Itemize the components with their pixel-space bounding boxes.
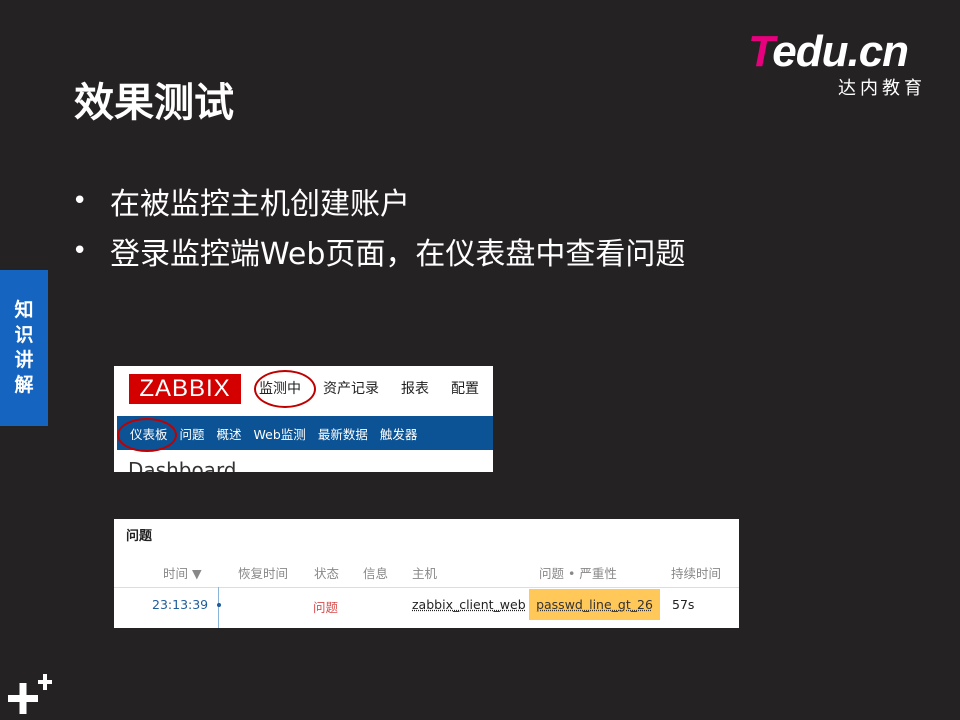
bullet-dot: • — [72, 186, 88, 216]
timeline-line — [218, 587, 219, 628]
page-heading: Dashboard — [128, 458, 237, 472]
divider — [114, 587, 739, 588]
col-header-info: 信息 — [363, 566, 389, 581]
cell-time[interactable]: 23:13:39 — [152, 597, 208, 612]
side-tab-char: 识 — [14, 324, 34, 346]
cell-duration: 57s — [672, 597, 695, 612]
cell-problem-severity[interactable]: passwd_line_gt_26 — [529, 589, 660, 620]
menu-inventory[interactable]: 资产记录 — [323, 378, 379, 398]
submenu-overview[interactable]: 概述 — [217, 424, 242, 443]
tedu-logo: Tedu.cn 达内教育 — [748, 30, 928, 100]
zabbix-nav-screenshot: ZABBIX 监测中 资产记录 报表 配置 仪表板 问题 概述 Web监测 最新… — [114, 366, 493, 472]
plus-icon — [8, 674, 52, 714]
bullet-item: • 在被监控主机创建账户 — [72, 176, 685, 226]
cell-status: 问题 — [313, 600, 339, 615]
bullet-list: • 在被监控主机创建账户 • 登录监控端Web页面，在仪表盘中查看问题 — [72, 176, 685, 276]
bullet-text: 登录监控端Web页面，在仪表盘中查看问题 — [110, 237, 686, 272]
zabbix-logo: ZABBIX — [129, 374, 241, 404]
menu-reports[interactable]: 报表 — [401, 378, 429, 398]
side-tab-char: 讲 — [14, 349, 34, 371]
menu-configuration[interactable]: 配置 — [451, 378, 479, 398]
col-header-problem[interactable]: 问题 • 严重性 — [539, 563, 617, 582]
side-tab-knowledge: 知 识 讲 解 — [0, 270, 48, 426]
bullet-item: • 登录监控端Web页面，在仪表盘中查看问题 — [72, 226, 685, 276]
side-tab-char: 知 — [14, 299, 34, 321]
col-header-duration: 持续时间 — [671, 566, 722, 581]
submenu-latest-data[interactable]: 最新数据 — [318, 424, 368, 443]
slide-title: 效果测试 — [74, 80, 234, 126]
bullet-dot: • — [72, 236, 88, 266]
col-header-status: 状态 — [314, 566, 340, 581]
col-header-host[interactable]: 主机 — [412, 563, 437, 582]
cell-host[interactable]: zabbix_client_web — [412, 597, 526, 612]
submenu-triggers[interactable]: 触发器 — [380, 424, 418, 443]
problem-link[interactable]: passwd_line_gt_26 — [536, 597, 653, 612]
logo-wordmark: Tedu.cn — [748, 27, 909, 76]
highlight-circle — [254, 370, 316, 408]
timeline-dot — [217, 603, 221, 607]
bullet-text: 在被监控主机创建账户 — [110, 187, 410, 222]
side-tab-char: 解 — [14, 374, 34, 396]
logo-subtitle: 达内教育 — [838, 78, 926, 99]
col-header-recovery: 恢复时间 — [238, 566, 289, 581]
col-header-time[interactable]: 时间 ▼ — [163, 563, 202, 582]
submenu-problems[interactable]: 问题 — [180, 424, 205, 443]
highlight-circle — [117, 418, 177, 452]
panel-title: 问题 — [126, 529, 153, 544]
submenu-web[interactable]: Web监测 — [254, 424, 306, 443]
problems-panel-screenshot: 问题 时间 ▼ 恢复时间 状态 信息 主机 问题 • 严重性 持续时间 23:1… — [114, 519, 739, 628]
